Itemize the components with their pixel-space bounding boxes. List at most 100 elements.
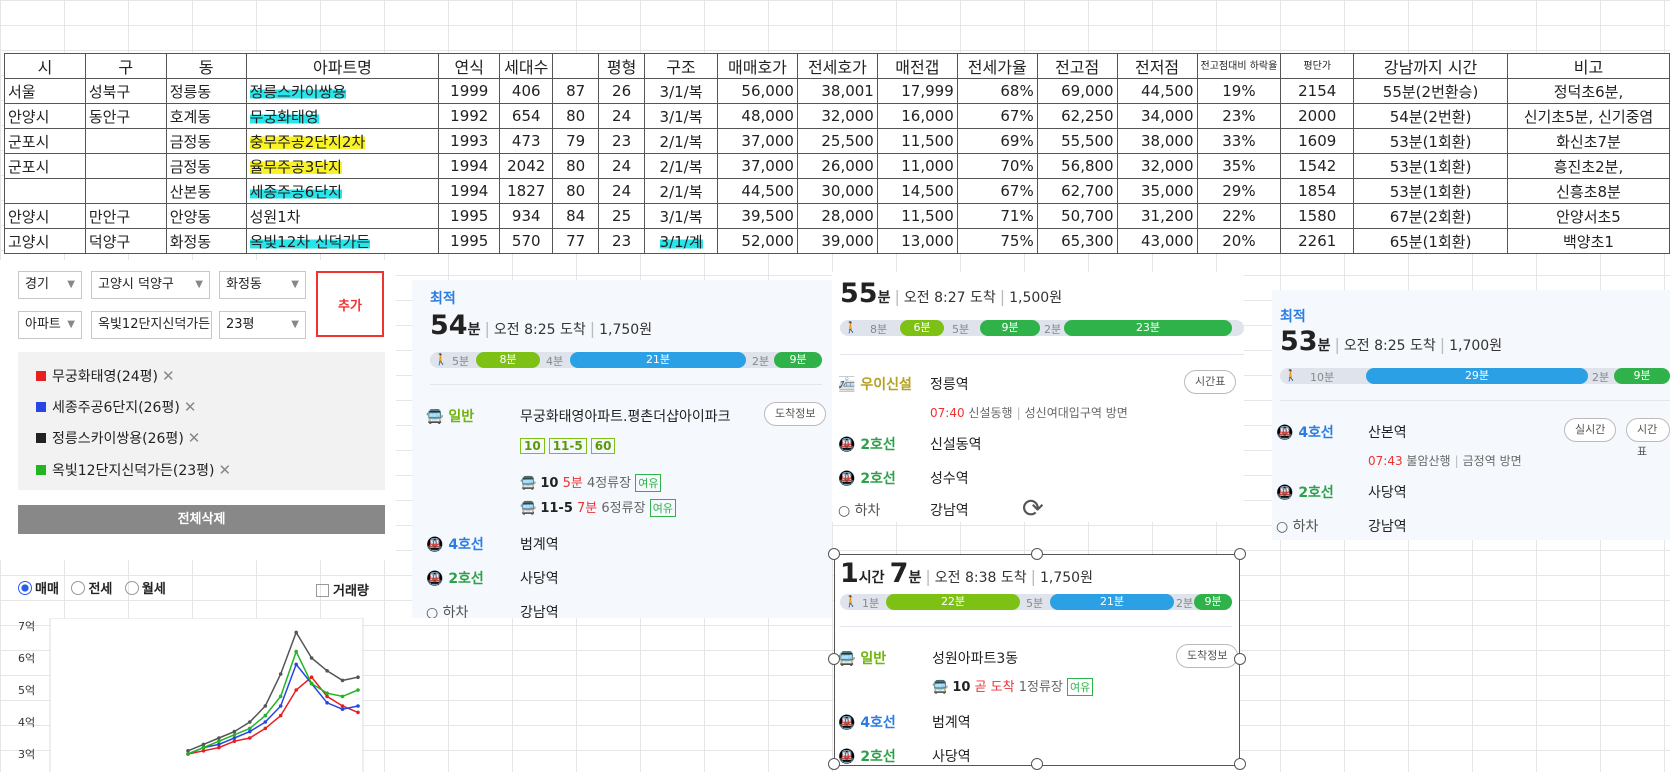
table-cell[interactable]: 1999: [438, 78, 501, 104]
bus-number[interactable]: 60: [590, 438, 616, 454]
column-header[interactable]: 평단가: [1280, 53, 1355, 79]
table-cell[interactable]: 안양동: [165, 203, 247, 229]
table-cell[interactable]: 무궁화태영: [245, 103, 440, 129]
table-cell[interactable]: 호계동: [165, 103, 247, 129]
close-icon[interactable]: ✕: [218, 461, 231, 479]
close-icon[interactable]: ✕: [162, 367, 175, 385]
resize-handle[interactable]: [1031, 758, 1043, 770]
column-header[interactable]: 전고점: [1036, 53, 1118, 79]
table-cell[interactable]: 65,300: [1036, 228, 1118, 254]
table-cell[interactable]: 23%: [1196, 103, 1282, 129]
column-header[interactable]: 매전갭: [876, 53, 958, 79]
resize-handle[interactable]: [828, 653, 840, 665]
table-cell[interactable]: 69%: [956, 128, 1038, 154]
table-cell[interactable]: 67%: [956, 103, 1038, 129]
table-cell[interactable]: 성원1차: [245, 203, 440, 229]
table-cell[interactable]: 1994: [438, 178, 501, 204]
table-cell[interactable]: 안양서초5: [1506, 203, 1670, 229]
table-cell[interactable]: 53분(1회환): [1353, 128, 1508, 154]
table-cell[interactable]: 17,999: [876, 78, 958, 104]
table-cell[interactable]: 37,000: [716, 128, 798, 154]
delete-all-button[interactable]: 전체삭제: [18, 505, 385, 534]
table-cell[interactable]: 1542: [1280, 153, 1355, 179]
column-header[interactable]: 구조: [644, 53, 718, 79]
table-cell[interactable]: 77: [552, 228, 600, 254]
column-header[interactable]: [552, 53, 600, 79]
table-cell[interactable]: 33%: [1196, 128, 1282, 154]
table-cell[interactable]: 53분(1회환): [1353, 153, 1508, 179]
table-cell[interactable]: 37,000: [716, 153, 798, 179]
table-cell[interactable]: 24: [598, 103, 646, 129]
table-cell[interactable]: 안양시: [4, 203, 86, 229]
table-cell[interactable]: 52,000: [716, 228, 798, 254]
table-cell[interactable]: 26: [598, 78, 646, 104]
table-cell[interactable]: 화신초7분: [1506, 128, 1670, 154]
resize-handle[interactable]: [1234, 653, 1246, 665]
table-cell[interactable]: 1992: [438, 103, 501, 129]
table-cell[interactable]: 1994: [438, 153, 501, 179]
table-cell[interactable]: 25: [598, 203, 646, 229]
table-cell[interactable]: 군포시: [4, 128, 86, 154]
column-header[interactable]: 동: [165, 53, 247, 79]
table-cell[interactable]: 75%: [956, 228, 1038, 254]
column-header[interactable]: 시: [4, 53, 86, 79]
table-cell[interactable]: 11,500: [876, 128, 958, 154]
table-cell[interactable]: 50,700: [1036, 203, 1118, 229]
table-cell[interactable]: 67%: [956, 178, 1038, 204]
table-cell[interactable]: [84, 128, 167, 154]
table-cell[interactable]: 62,700: [1036, 178, 1118, 204]
table-cell[interactable]: 80: [552, 178, 600, 204]
table-cell[interactable]: 48,000: [716, 103, 798, 129]
table-cell[interactable]: 28,000: [796, 203, 878, 229]
column-header[interactable]: 연식: [438, 53, 501, 79]
table-cell[interactable]: 39,500: [716, 203, 798, 229]
table-cell[interactable]: 30,000: [796, 178, 878, 204]
table-cell[interactable]: 23: [598, 128, 646, 154]
table-cell[interactable]: 35,000: [1116, 178, 1198, 204]
table-cell[interactable]: [84, 178, 167, 204]
table-cell[interactable]: 34,000: [1116, 103, 1198, 129]
table-cell[interactable]: 570: [499, 228, 554, 254]
table-cell[interactable]: 32,000: [1116, 153, 1198, 179]
table-cell[interactable]: 79: [552, 128, 600, 154]
bus-number[interactable]: 11-5: [548, 438, 587, 454]
table-cell[interactable]: 43,000: [1116, 228, 1198, 254]
table-cell[interactable]: 32,000: [796, 103, 878, 129]
radio-jeonse[interactable]: 전세: [71, 581, 112, 597]
realtime-button[interactable]: 실시간: [1564, 418, 1617, 442]
resize-handle[interactable]: [828, 758, 840, 770]
table-cell[interactable]: 서울: [4, 78, 86, 104]
table-cell[interactable]: 2/1/복: [644, 128, 718, 154]
table-cell[interactable]: 세종주공6단지: [245, 178, 440, 204]
table-cell[interactable]: 백양초1: [1506, 228, 1670, 254]
table-cell[interactable]: 정덕초6분,: [1506, 78, 1670, 104]
table-cell[interactable]: 산본동: [165, 178, 247, 204]
table-cell[interactable]: 1993: [438, 128, 501, 154]
resize-handle[interactable]: [1234, 758, 1246, 770]
city-select[interactable]: 고양시 덕양구 ▼: [91, 271, 210, 299]
table-cell[interactable]: 62,250: [1036, 103, 1118, 129]
column-header[interactable]: 비고: [1506, 53, 1670, 79]
table-cell[interactable]: 31,200: [1116, 203, 1198, 229]
table-cell[interactable]: 고양시: [4, 228, 86, 254]
table-cell[interactable]: 56,000: [716, 78, 798, 104]
table-cell[interactable]: 55,500: [1036, 128, 1118, 154]
table-cell[interactable]: 군포시: [4, 153, 86, 179]
table-cell[interactable]: 2042: [499, 153, 554, 179]
column-header[interactable]: 평형: [598, 53, 646, 79]
table-cell[interactable]: 금정동: [165, 153, 247, 179]
table-cell[interactable]: 22%: [1196, 203, 1282, 229]
table-cell[interactable]: 3/1/계: [644, 228, 718, 254]
table-cell[interactable]: 11,500: [876, 203, 958, 229]
table-cell[interactable]: 만안구: [84, 203, 167, 229]
table-cell[interactable]: 1854: [1280, 178, 1355, 204]
table-cell[interactable]: 44,500: [716, 178, 798, 204]
table-cell[interactable]: 69,000: [1036, 78, 1118, 104]
table-cell[interactable]: 55분(2번환승): [1353, 78, 1508, 104]
table-cell[interactable]: 흥진초2분,: [1506, 153, 1670, 179]
table-cell[interactable]: 13,000: [876, 228, 958, 254]
resize-handle[interactable]: [1031, 548, 1043, 560]
column-header[interactable]: 매매호가: [716, 53, 798, 79]
table-cell[interactable]: 44,500: [1116, 78, 1198, 104]
resize-handle[interactable]: [828, 548, 840, 560]
